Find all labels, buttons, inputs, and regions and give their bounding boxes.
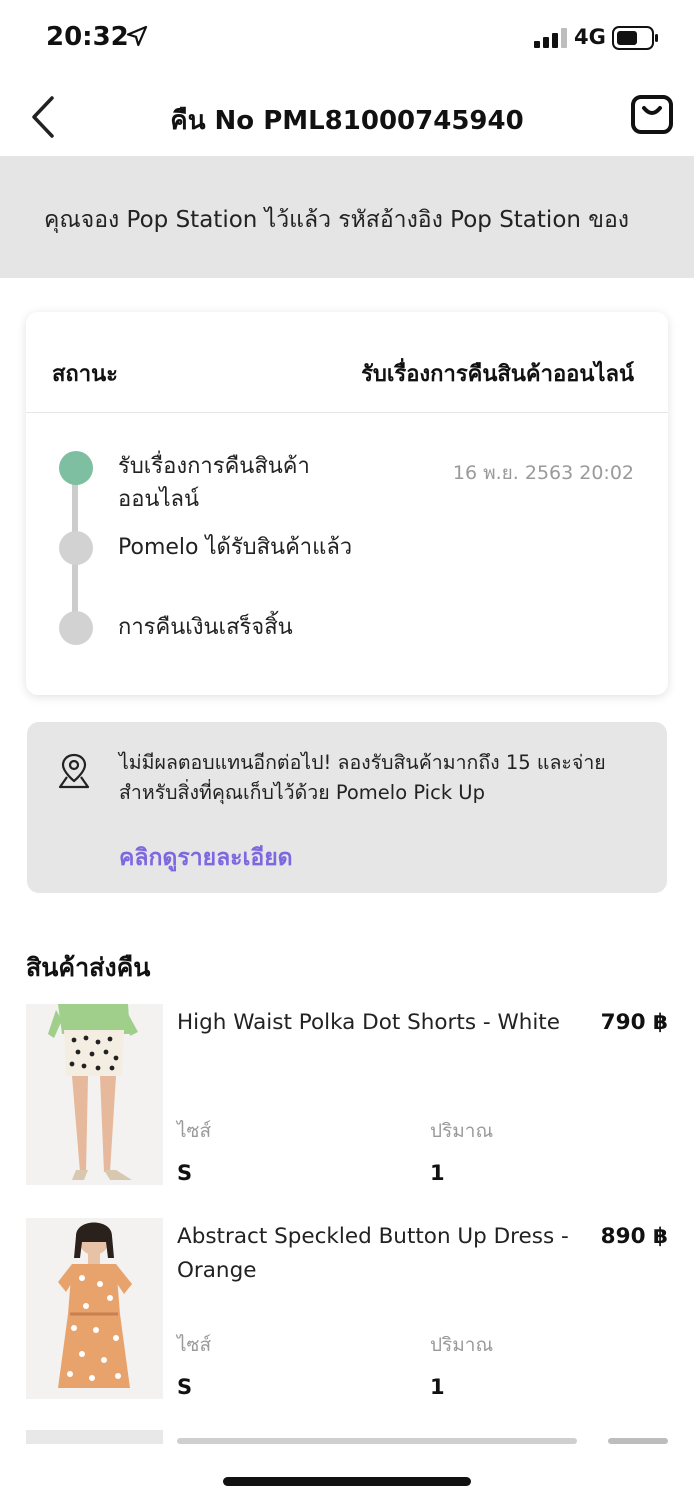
product-row-partial: [0, 1430, 694, 1444]
size-value: S: [177, 1375, 193, 1399]
product-row[interactable]: High Waist Polka Dot Shorts - White 790 …: [0, 1004, 694, 1188]
product-price: 890 ฿: [600, 1224, 668, 1249]
size-value: S: [177, 1161, 193, 1185]
location-arrow-icon: [126, 25, 148, 47]
quantity-value: 1: [430, 1161, 445, 1185]
chevron-left-icon[interactable]: [22, 92, 66, 142]
pop-station-banner: คุณจอง Pop Station ไว้แล้ว รหัสอ้างอิง P…: [0, 156, 694, 278]
product-name: High Waist Polka Dot Shorts - White: [177, 1010, 560, 1035]
pick-up-promo: ไม่มีผลตอบแทนอีกต่อไป! ลองรับสินค้ามากถึ…: [27, 722, 667, 893]
timeline-label-step-1: รับเรื่องการคืนสินค้าออนไลน์: [118, 454, 310, 512]
page-title: คืน No PML81000745940: [170, 106, 524, 136]
product-image-partial: [26, 1430, 163, 1444]
product-image[interactable]: [26, 1218, 163, 1399]
timeline-label-step-3: การคืนเงินเสร็จสิ้น: [118, 615, 293, 640]
status-bar: 20:32 4G: [0, 0, 694, 78]
map-pin-icon: [58, 753, 90, 789]
product-image[interactable]: [26, 1004, 163, 1185]
status-time: 20:32: [46, 22, 129, 52]
size-label: ไซส์: [177, 1120, 212, 1142]
view-details-link[interactable]: คลิกดูรายละเอียด: [119, 840, 293, 876]
battery-icon: [612, 26, 658, 50]
network-type: 4G: [574, 25, 606, 49]
timeline-dot-step-2: [59, 531, 93, 565]
home-indicator[interactable]: [223, 1477, 471, 1486]
return-status-card: สถานะ รับเรื่องการคืนสินค้าออนไลน์ รับเร…: [26, 312, 668, 695]
timeline-date-step-1: 16 พ.ย. 2563 20:02: [452, 462, 634, 484]
nav-bar: คืน No PML81000745940: [0, 78, 694, 156]
product-name-partial: [177, 1438, 577, 1444]
quantity-label: ปริมาณ: [430, 1334, 494, 1356]
product-name: Abstract Speckled Button Up Dress - Oran…: [177, 1224, 569, 1283]
quantity-value: 1: [430, 1375, 445, 1399]
status-label: สถานะ: [52, 362, 118, 387]
product-price: 790 ฿: [600, 1010, 668, 1035]
product-price-partial: [608, 1438, 668, 1444]
product-photo-shorts: [26, 1004, 163, 1185]
size-label: ไซส์: [177, 1334, 212, 1356]
signal-bars-icon: [534, 28, 567, 48]
promo-text: ไม่มีผลตอบแทนอีกต่อไป! ลองรับสินค้ามากถึ…: [119, 751, 606, 804]
returned-items-title: สินค้าส่งคืน: [26, 953, 151, 982]
product-photo-dress: [26, 1218, 163, 1399]
timeline-dot-step-3: [59, 611, 93, 645]
timeline-label-step-2: Pomelo ได้รับสินค้าแล้ว: [118, 535, 353, 560]
product-row[interactable]: Abstract Speckled Button Up Dress - Oran…: [0, 1218, 694, 1402]
shopping-bag-icon[interactable]: [628, 90, 676, 138]
timeline-dot-step-1: [59, 451, 93, 485]
banner-text: คุณจอง Pop Station ไว้แล้ว รหัสอ้างอิง P…: [44, 207, 630, 233]
status-value: รับเรื่องการคืนสินค้าออนไลน์: [361, 362, 634, 387]
quantity-label: ปริมาณ: [430, 1120, 494, 1142]
status-card-header: สถานะ รับเรื่องการคืนสินค้าออนไลน์: [26, 312, 668, 413]
